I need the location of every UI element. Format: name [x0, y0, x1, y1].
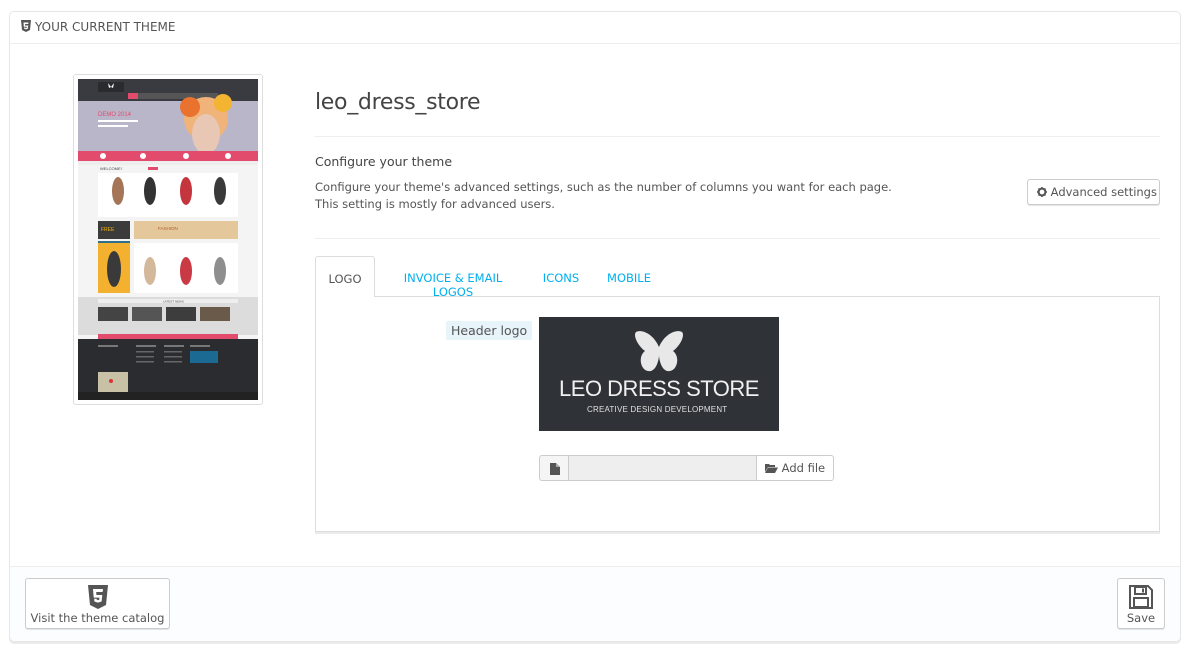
save-icon	[1129, 585, 1153, 609]
visit-theme-catalog-button[interactable]: Visit the theme catalog	[25, 578, 170, 629]
theme-tabs: LOGO INVOICE & EMAIL LOGOS ICONS MOBILE	[315, 256, 1160, 299]
panel-heading: YOUR CURRENT THEME	[10, 12, 1180, 44]
butterfly-logo-icon	[635, 331, 683, 372]
theme-name: leo_dress_store	[315, 90, 481, 115]
gear-icon	[1037, 187, 1047, 197]
file-name-input[interactable]	[568, 455, 757, 481]
visit-theme-catalog-label: Visit the theme catalog	[30, 611, 165, 625]
file-icon	[550, 463, 560, 475]
theme-thumbnail: DEMO 2014 WELCOME! FREE FASHION LATEST N…	[73, 74, 263, 405]
theme-preview-image: DEMO 2014 WELCOME! FREE FASHION LATEST N…	[78, 79, 258, 400]
logo-subtitle: CREATIVE DESIGN DEVELOPMENT	[587, 405, 728, 414]
save-label: Save	[1126, 611, 1156, 625]
tab-logo-label: LOGO	[328, 272, 362, 286]
panel-footer	[10, 566, 1180, 641]
html5-icon	[21, 20, 31, 32]
logo-file-upload: Add file	[539, 455, 834, 481]
tab-invoice-email-logos-label: INVOICE & EMAIL LOGOS	[403, 271, 503, 299]
theme-preview-graphic: DEMO 2014 WELCOME! FREE FASHION LATEST N…	[78, 79, 258, 400]
thumb-fashion-text: FASHION	[158, 226, 178, 231]
html5-icon	[87, 585, 108, 609]
add-file-button[interactable]: Add file	[756, 455, 834, 481]
divider	[315, 136, 1160, 137]
tab-mobile-label: MOBILE	[607, 271, 651, 285]
header-logo-image: LEO DRESS STORE CREATIVE DESIGN DEVELOPM…	[539, 317, 779, 431]
folder-open-icon	[765, 464, 778, 473]
tab-icons-label: ICONS	[542, 271, 580, 285]
tab-invoice-email-logos[interactable]: INVOICE & EMAIL LOGOS	[383, 256, 523, 299]
advanced-settings-button[interactable]: Advanced settings	[1027, 179, 1160, 205]
add-file-label: Add file	[781, 461, 826, 475]
thumb-banner-text: DEMO 2014	[98, 112, 132, 118]
configure-title: Configure your theme	[315, 154, 453, 169]
thumb-welcome-text: WELCOME!	[100, 166, 122, 171]
file-addon	[539, 455, 569, 481]
thumb-latest-text: LATEST NEWS	[163, 300, 184, 304]
tab-logo[interactable]: LOGO	[315, 256, 375, 297]
configure-description: Configure your theme's advanced settings…	[315, 179, 892, 213]
header-logo-label: Header logo	[446, 321, 533, 340]
panel-heading-text: YOUR CURRENT THEME	[35, 20, 176, 34]
advanced-settings-label: Advanced settings	[1050, 185, 1157, 199]
thumb-free-text: FREE	[101, 227, 115, 233]
divider	[315, 238, 1160, 239]
configure-description-line2: This setting is mostly for advanced user…	[315, 197, 555, 211]
logo-title: LEO DRESS STORE	[559, 376, 759, 401]
save-button[interactable]: Save	[1117, 578, 1165, 629]
tab-mobile[interactable]: MOBILE	[601, 256, 657, 296]
tab-icons[interactable]: ICONS	[535, 256, 587, 296]
configure-description-line1: Configure your theme's advanced settings…	[315, 180, 892, 194]
